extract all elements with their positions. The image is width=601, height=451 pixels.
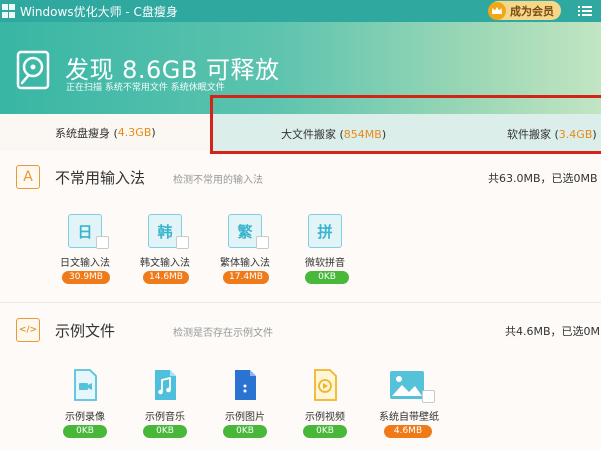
tab-software-move[interactable]: 软件搬家 (3.4GB)	[507, 126, 597, 142]
windows-logo-icon	[2, 4, 16, 18]
item-label: 日文输入法	[60, 258, 110, 269]
wallpaper-icon	[390, 371, 424, 399]
tab-large-file-move[interactable]: 大文件搬家 (854MB)	[281, 126, 386, 142]
summary-banner: 发现 8.6GB 可释放 正在扫描 系统不常用文件 系统休眠文件	[0, 22, 601, 114]
tab-size: 854MB	[343, 128, 382, 141]
item-size-badge: 0KB	[223, 425, 267, 438]
music-file-icon	[155, 370, 176, 400]
item-checkbox[interactable]	[422, 390, 435, 403]
pinyin-ime-icon: 拼	[308, 214, 342, 248]
section-description: 检测是否存在示例文件	[173, 328, 273, 339]
item-sample-pictures[interactable]: 示例图片 0KB	[200, 368, 280, 448]
item-label: 示例图片	[225, 412, 265, 423]
item-label: 示例录像	[65, 412, 105, 423]
tab-label: 软件搬家 (	[507, 128, 559, 141]
item-sample-videos[interactable]: 示例视频 0KB	[280, 368, 360, 448]
item-checkbox[interactable]	[176, 236, 189, 249]
item-label: 示例视频	[305, 412, 345, 423]
item-sample-music[interactable]: 示例音乐 0KB	[120, 368, 200, 448]
section-divider	[0, 302, 601, 303]
item-system-wallpapers[interactable]: 系统自带壁纸 4.6MB	[360, 368, 440, 448]
title-bar: Windows优化大师 - C盘瘦身 成为会员	[0, 0, 601, 22]
vip-button[interactable]: 成为会员	[488, 1, 561, 20]
section-title: 示例文件	[55, 322, 116, 340]
section-description: 检测不常用的输入法	[173, 175, 263, 186]
item-korean-ime[interactable]: 韩 韩文输入法 14.6MB	[120, 214, 200, 294]
item-label: 示例音乐	[145, 412, 185, 423]
section-title: 不常用输入法	[55, 169, 146, 187]
item-size-badge: 30.9MB	[62, 271, 110, 284]
item-ms-pinyin[interactable]: 拼 微软拼音 0KB	[280, 214, 360, 294]
item-checkbox[interactable]	[256, 236, 269, 249]
vip-label: 成为会员	[510, 4, 554, 18]
tab-system-disk-slim[interactable]: 系统盘瘦身 (4.3GB)	[0, 114, 213, 151]
section-sample-files: </> 示例文件 检测是否存在示例文件 共4.6MB，已选0MB	[0, 316, 601, 346]
section-total: 共63.0MB，已选0MB	[488, 172, 598, 185]
image-file-icon	[235, 370, 256, 400]
item-label: 韩文输入法	[140, 258, 190, 269]
video-file-icon	[74, 369, 97, 401]
tab-label: 系统盘瘦身 (	[55, 126, 118, 140]
item-japanese-ime[interactable]: 日 日文输入法 30.9MB	[40, 214, 120, 294]
tab-label: 大文件搬家 (	[281, 128, 344, 141]
item-size-badge: 0KB	[303, 425, 347, 438]
item-label: 微软拼音	[305, 258, 345, 269]
item-size-badge: 0KB	[143, 425, 187, 438]
crown-icon	[488, 1, 506, 20]
font-icon: A	[16, 165, 40, 189]
item-size-badge: 4.6MB	[384, 425, 432, 438]
scan-status: 正在扫描 系统不常用文件 系统休眠文件	[66, 83, 225, 93]
item-checkbox[interactable]	[96, 236, 109, 249]
item-traditional-ime[interactable]: 繁 繁体输入法 17.4MB	[200, 214, 280, 294]
play-file-icon	[314, 369, 337, 401]
tab-group-move: 大文件搬家 (854MB) 软件搬家 (3.4GB)	[213, 114, 601, 151]
hard-disk-icon	[16, 50, 50, 90]
item-size-badge: 0KB	[305, 271, 349, 284]
item-label: 繁体输入法	[220, 258, 270, 269]
section-total: 共4.6MB，已选0MB	[505, 325, 601, 338]
menu-icon[interactable]	[578, 4, 592, 18]
tab-size: 3.4GB	[558, 128, 593, 141]
item-size-badge: 14.6MB	[143, 271, 189, 284]
item-sample-recording[interactable]: 示例录像 0KB	[40, 368, 120, 448]
tab-bar: 系统盘瘦身 (4.3GB) 大文件搬家 (854MB) 软件搬家 (3.4GB)	[0, 114, 601, 151]
code-file-icon: </>	[16, 318, 40, 342]
item-size-badge: 0KB	[63, 425, 107, 438]
window-title: Windows优化大师 - C盘瘦身	[20, 4, 178, 19]
section-input-methods: A 不常用输入法 检测不常用的输入法 共63.0MB，已选0MB	[0, 163, 601, 193]
tab-size: 4.3GB	[117, 126, 152, 139]
item-label: 系统自带壁纸	[379, 412, 439, 423]
item-size-badge: 17.4MB	[223, 271, 269, 284]
